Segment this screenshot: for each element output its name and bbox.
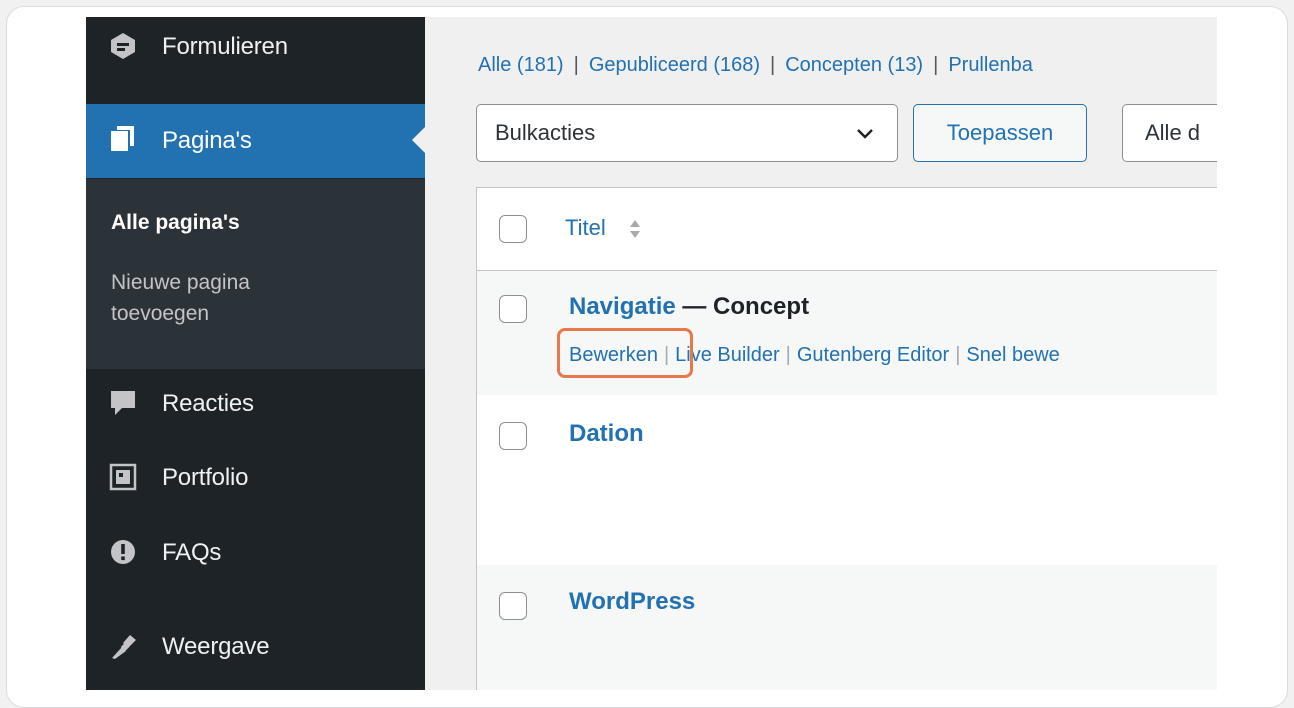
menu-label: Formulieren (162, 33, 288, 60)
bulk-actions-select[interactable]: Bulkacties (476, 104, 898, 162)
forms-icon (111, 33, 135, 59)
dates-filter-value: Alle d (1145, 120, 1201, 145)
table-row: Navigatie — Concept Bewerken | Live Builde… (477, 271, 1217, 395)
menu-item-faqs[interactable]: FAQs (86, 523, 425, 583)
menu-item-portfolio[interactable]: Portfolio (86, 448, 425, 508)
view-trash-link[interactable]: Prullenba (948, 54, 1033, 76)
row-checkbox[interactable] (499, 592, 527, 620)
separator: | (573, 54, 579, 76)
portfolio-icon (109, 463, 137, 491)
screenshot-frame: Formulieren Pagina's Alle pagina's Nieuw… (6, 6, 1288, 708)
table-header: Titel (477, 188, 1217, 271)
edit-link[interactable]: Bewerken (569, 344, 658, 366)
menu-label: Reacties (162, 390, 254, 417)
faq-icon (111, 540, 135, 564)
row-title-link[interactable]: Navigatie (569, 293, 676, 320)
pages-icon (111, 126, 134, 151)
dates-filter-select[interactable]: Alle d (1122, 104, 1217, 162)
menu-label: Portfolio (162, 464, 249, 491)
sort-icon[interactable] (628, 215, 642, 243)
table-row: WordPress (477, 565, 1217, 690)
submenu-paginas: Alle pagina's Nieuwe pagina toevoegen (86, 179, 425, 369)
chevron-down-icon (857, 129, 873, 139)
pages-table: Titel Navigatie — Concept Bewerken | Live … (476, 187, 1217, 690)
admin-sidebar: Formulieren Pagina's Alle pagina's Nieuw… (86, 17, 426, 690)
menu-label: FAQs (162, 539, 222, 566)
submenu-item-all-pages[interactable]: Alle pagina's (111, 207, 240, 238)
row-checkbox[interactable] (499, 422, 527, 450)
main-content: Alle (181) | Gepubliceerd (168) | Concepten … (425, 17, 1217, 690)
row-state: — Concept (675, 293, 810, 320)
row-title-link[interactable]: WordPress (569, 588, 695, 616)
row-actions: Bewerken | Live Builder | Gutenberg Editor | S… (569, 344, 1060, 367)
row-title: Navigatie — Concept (569, 293, 809, 321)
live-builder-link[interactable]: Live Builder (675, 344, 780, 366)
submenu-label-line1: Nieuwe pagina (111, 271, 250, 294)
view-all-link[interactable]: Alle (181) (478, 54, 564, 76)
row-checkbox[interactable] (499, 295, 527, 323)
view-filters: Alle (181) | Gepubliceerd (168) | Concepten … (478, 54, 1033, 77)
submenu-label-line2: toevoegen (111, 302, 210, 325)
separator: | (770, 54, 776, 76)
separator: | (955, 344, 961, 366)
separator: | (785, 344, 791, 366)
wp-admin-viewport: Formulieren Pagina's Alle pagina's Nieuw… (86, 17, 1217, 690)
menu-item-paginas[interactable]: Pagina's (86, 104, 426, 178)
submenu-item-new-page[interactable]: Nieuwe pagina toevoegen (111, 267, 250, 329)
column-title-header[interactable]: Titel (565, 215, 606, 241)
separator: | (933, 54, 939, 76)
gutenberg-editor-link[interactable]: Gutenberg Editor (797, 344, 949, 366)
view-drafts-link[interactable]: Concepten (13) (785, 54, 923, 76)
bulk-actions-value: Bulkacties (495, 120, 596, 145)
menu-label: Weergave (162, 633, 270, 660)
row-title-link[interactable]: Dation (569, 420, 644, 448)
separator: | (663, 344, 670, 366)
menu-item-weergave[interactable]: Weergave (86, 617, 425, 677)
table-row: Dation (477, 396, 1217, 564)
select-all-checkbox[interactable] (499, 215, 527, 243)
comment-icon (111, 391, 135, 415)
menu-item-formulieren[interactable]: Formulieren (86, 17, 425, 77)
appearance-icon (112, 635, 136, 659)
apply-button[interactable]: Toepassen (913, 104, 1087, 162)
menu-label: Pagina's (162, 127, 252, 154)
view-published-link[interactable]: Gepubliceerd (168) (589, 54, 760, 76)
quick-edit-link[interactable]: Snel bewe (966, 344, 1059, 366)
menu-item-reacties[interactable]: Reacties (86, 374, 425, 434)
